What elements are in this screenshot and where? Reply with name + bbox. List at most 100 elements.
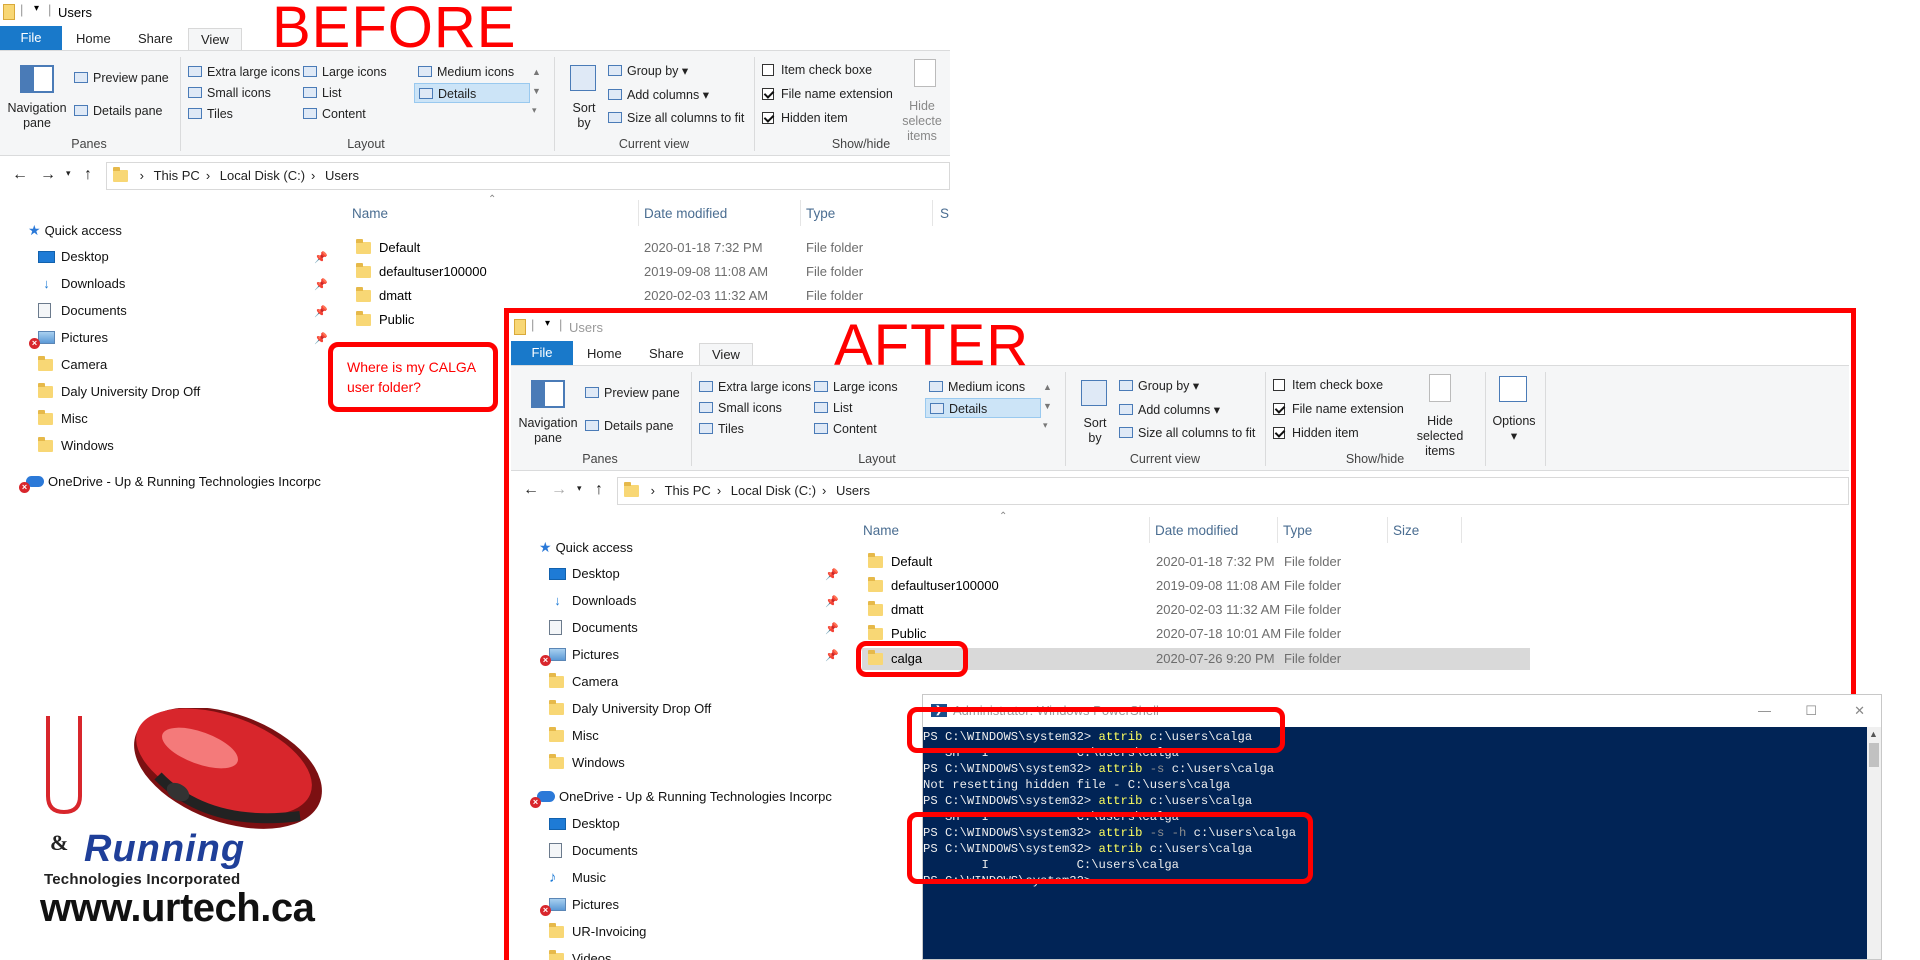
tab-home[interactable]: Home (64, 28, 123, 50)
options-button[interactable]: Options ▾ (1489, 414, 1539, 444)
recent-chevron-icon[interactable]: ▾ (66, 168, 71, 179)
column-size[interactable]: S (940, 206, 949, 221)
details-pane-button[interactable]: Details pane (74, 104, 163, 118)
table-row[interactable]: dmatt 2020-02-03 11:32 AM File folder (352, 287, 942, 308)
column-date-modified[interactable]: Date modified (644, 206, 727, 221)
up-arrow-icon[interactable]: ↑ (84, 166, 92, 184)
sort-by-button[interactable]: Sort by (570, 101, 598, 131)
scrollbar[interactable]: ▲ (1867, 727, 1881, 959)
table-row[interactable]: Public (352, 311, 502, 332)
layout-scroll-arrows[interactable]: ▲ ▼ ▾ (532, 63, 541, 120)
tab-file[interactable]: File (511, 341, 573, 365)
navigation-pane-button[interactable]: Navigation pane (517, 416, 579, 446)
table-row[interactable]: dmatt 2020-02-03 11:32 AM File folder (868, 601, 1528, 622)
column-type[interactable]: Type (806, 206, 835, 221)
nav-windows[interactable]: Windows (549, 753, 625, 773)
nav-desktop[interactable]: Desktop (549, 564, 620, 584)
nav-desktop[interactable]: Desktop (38, 247, 109, 267)
layout-extra-large-icons[interactable]: Extra large icons (188, 65, 300, 79)
layout-extra-large-icons[interactable]: Extra large icons (699, 380, 811, 394)
pin-icon[interactable]: 📌 (314, 305, 328, 318)
quick-access-toolbar-chevron-icon[interactable]: ▾ (34, 3, 39, 14)
nav-onedrive-videos[interactable]: Videos (549, 949, 612, 960)
breadcrumb-this-pc[interactable]: This PC (665, 483, 711, 498)
layout-large-icons[interactable]: Large icons (814, 380, 898, 394)
breadcrumb-local-disk[interactable]: Local Disk (C:) (731, 483, 816, 498)
nav-misc[interactable]: Misc (549, 726, 599, 746)
column-type[interactable]: Type (1283, 523, 1312, 538)
nav-onedrive-desktop[interactable]: Desktop (549, 814, 620, 834)
nav-onedrive-documents[interactable]: Documents (549, 841, 638, 861)
column-name[interactable]: Name (352, 206, 388, 221)
group-by-button[interactable]: Group by ▾ (608, 63, 688, 78)
pin-icon[interactable]: 📌 (825, 622, 839, 635)
file-name-extensions-toggle[interactable]: File name extension (1273, 402, 1404, 416)
item-check-boxes-toggle[interactable]: Item check boxe (1273, 378, 1383, 392)
file-name-extensions-toggle[interactable]: File name extension (762, 87, 893, 101)
nav-misc[interactable]: Misc (38, 409, 88, 429)
nav-camera[interactable]: Camera (38, 355, 107, 375)
navigation-pane-icon[interactable] (531, 380, 565, 408)
nav-onedrive-ur-invoicing[interactable]: UR-Invoicing (549, 922, 646, 942)
table-row[interactable]: defaultuser100000 2019-09-08 11:08 AM Fi… (352, 263, 942, 284)
table-row[interactable]: Default 2020-01-18 7:32 PM File folder (352, 239, 942, 260)
nav-camera[interactable]: Camera (549, 672, 618, 692)
breadcrumb[interactable]: › This PC › Local Disk (C:) › Users (617, 477, 1849, 505)
size-all-columns-button[interactable]: Size all columns to fit (1119, 426, 1255, 440)
size-all-columns-button[interactable]: Size all columns to fit (608, 111, 744, 125)
tab-view[interactable]: View (188, 28, 242, 50)
nav-onedrive-music[interactable]: ♪ Music (549, 868, 606, 888)
tab-view[interactable]: View (699, 343, 753, 365)
preview-pane-button[interactable]: Preview pane (74, 71, 169, 85)
table-row[interactable]: Default 2020-01-18 7:32 PM File folder (868, 553, 1528, 574)
layout-content[interactable]: Content (303, 107, 366, 121)
layout-list[interactable]: List (814, 401, 852, 415)
breadcrumb-this-pc[interactable]: This PC (154, 168, 200, 183)
forward-arrow-icon[interactable]: → (551, 481, 567, 499)
item-check-boxes-toggle[interactable]: Item check boxe (762, 63, 872, 77)
column-size[interactable]: Size (1393, 523, 1419, 538)
breadcrumb-local-disk[interactable]: Local Disk (C:) (220, 168, 305, 183)
details-pane-button[interactable]: Details pane (585, 419, 674, 433)
scroll-thumb[interactable] (1869, 743, 1879, 767)
navigation-pane-button[interactable]: Navigation pane (6, 101, 68, 131)
nav-onedrive-pictures[interactable]: Pictures (549, 895, 619, 915)
recent-chevron-icon[interactable]: ▾ (577, 483, 582, 494)
sort-by-button[interactable]: Sort by (1081, 416, 1109, 446)
nav-pictures[interactable]: Pictures (549, 645, 619, 665)
breadcrumb-users[interactable]: Users (836, 483, 870, 498)
hidden-items-toggle[interactable]: Hidden item (1273, 426, 1359, 440)
nav-documents[interactable]: Documents (549, 618, 638, 638)
breadcrumb-users[interactable]: Users (325, 168, 359, 183)
nav-onedrive[interactable]: OneDrive - Up & Running Technologies Inc… (537, 787, 843, 807)
tab-share[interactable]: Share (126, 28, 185, 50)
maximize-icon[interactable]: ☐ (1805, 695, 1817, 727)
nav-downloads[interactable]: ↓ Downloads (549, 591, 636, 611)
forward-arrow-icon[interactable]: → (40, 166, 56, 184)
preview-pane-button[interactable]: Preview pane (585, 386, 680, 400)
nav-downloads[interactable]: ↓ Downloads (38, 274, 125, 294)
column-date-modified[interactable]: Date modified (1155, 523, 1238, 538)
table-row[interactable]: Public 2020-07-18 10:01 AM File folder (868, 625, 1528, 646)
nav-onedrive[interactable]: OneDrive - Up & Running Technologies Inc… (26, 472, 330, 492)
layout-medium-icons[interactable]: Medium icons (929, 380, 1025, 394)
layout-small-icons[interactable]: Small icons (188, 86, 271, 100)
layout-medium-icons[interactable]: Medium icons (418, 65, 514, 79)
nav-daly-university[interactable]: Daly University Drop Off (549, 699, 711, 719)
pin-icon[interactable]: 📌 (825, 649, 839, 662)
hide-selected-icon[interactable] (914, 59, 936, 87)
pin-icon[interactable]: 📌 (314, 332, 328, 345)
pin-icon[interactable]: 📌 (314, 278, 328, 291)
sort-by-icon[interactable] (570, 65, 596, 91)
pin-icon[interactable]: 📌 (825, 568, 839, 581)
close-icon[interactable]: ✕ (1854, 695, 1865, 727)
navigation-pane-icon[interactable] (20, 65, 54, 93)
column-name[interactable]: Name (863, 523, 899, 538)
breadcrumb[interactable]: › This PC › Local Disk (C:) › Users (106, 162, 950, 190)
up-arrow-icon[interactable]: ↑ (595, 481, 603, 499)
nav-documents[interactable]: Documents (38, 301, 127, 321)
hidden-items-toggle[interactable]: Hidden item (762, 111, 848, 125)
nav-quick-access[interactable]: ★ Quick access (539, 537, 633, 557)
layout-large-icons[interactable]: Large icons (303, 65, 387, 79)
pin-icon[interactable]: 📌 (825, 595, 839, 608)
